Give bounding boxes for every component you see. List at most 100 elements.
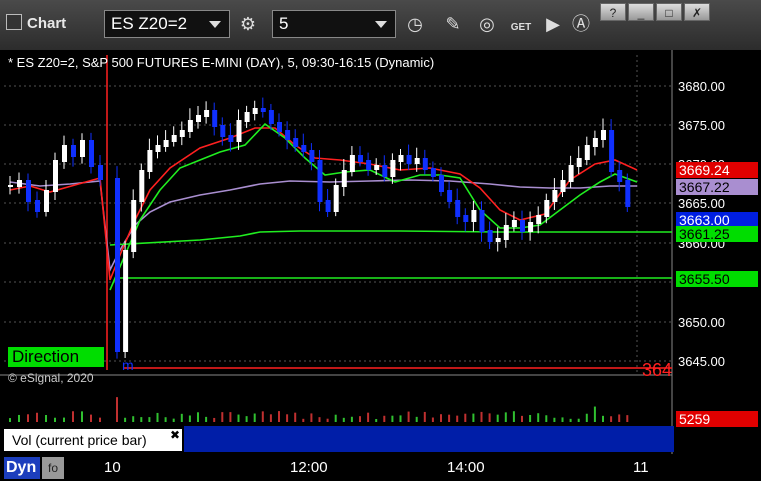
get-button[interactable]: GET [508,11,534,37]
symbol-selector[interactable]: ES Z20=2 [104,10,230,38]
candle-body [244,112,250,122]
volume-bar [602,415,604,422]
pencil-icon: ✎ [445,14,461,34]
volume-bar [63,417,65,422]
volume-bar [423,411,426,422]
volume-bar [342,417,345,422]
candle-body [179,130,185,137]
volume-bar [180,413,183,422]
volume-bar [18,414,20,422]
candle-body [625,180,631,207]
volume-bar [440,414,442,422]
candle-body [187,120,193,132]
candle-body [617,170,623,182]
volume-bar [367,412,370,422]
studies-button[interactable]: ◎ [474,11,500,37]
chart-window-icon [6,14,22,30]
volume-bar [577,418,580,422]
chevron-down-icon [375,21,387,28]
price-chart[interactable]: 364 m [0,50,761,481]
volume-bar [585,413,588,422]
volume-bar [221,412,224,422]
alert-button[interactable]: Ⓐ [568,11,594,37]
candle-body [439,175,444,192]
volume-bar [472,413,475,422]
volume-bar [480,411,483,422]
candle-body [98,165,103,180]
volume-bar [610,416,613,422]
volume-bar [350,416,353,422]
candle-body [576,158,582,167]
price-tag-red: 3669.24 [676,162,758,178]
dynamic-button[interactable]: Dyn [4,457,40,479]
candle-body [220,125,226,137]
price-label: 3645.00 [678,354,725,369]
candle-body [236,120,242,142]
chart-background [0,50,761,481]
candle-body [349,155,355,172]
candle-body [601,130,606,140]
candle-body [609,130,615,172]
candle-body [406,155,412,164]
candle-body [552,190,558,202]
candle-body [89,140,94,167]
volume-bar [318,417,321,422]
volume-bar [545,415,548,422]
candle-body [204,110,210,117]
help-button[interactable]: ? [600,3,626,21]
volume-bar [569,418,572,422]
volume-bar [431,417,434,422]
close-button[interactable]: ✗ [684,3,710,21]
volume-bar [54,417,56,422]
close-volume-icon[interactable]: ✖ [170,428,180,442]
function-icon[interactable]: fo [42,457,64,479]
volume-bar [156,412,159,422]
direction-label: Direction [8,347,104,367]
toolbar: Chart ES Z20=2 ⚙ 5 ◷ ✎ ◎ GET ▶ Ⓐ ? _ □ ✗ [0,0,761,51]
volume-bar [197,412,199,422]
candle-body [544,200,550,217]
candle-body [26,180,31,202]
clock-button[interactable]: ◷ [402,11,428,37]
candle-body [309,150,315,162]
candle-body [536,215,542,224]
chevron-down-icon [209,21,221,28]
candle-body [17,180,22,187]
candle-body [80,140,85,157]
chart-info-line: * ES Z20=2, S&P 500 FUTURES E-MINI (DAY)… [8,55,435,70]
candle-body [414,158,420,164]
candle-body [163,140,169,147]
minimize-button[interactable]: _ [628,3,654,21]
volume-bar [399,415,402,422]
candle-body [196,115,201,122]
volume-bar [512,411,515,422]
settings-gear-button[interactable]: ⚙ [235,11,261,37]
candle-body [44,190,49,212]
candle-body [479,210,485,232]
interval-selector[interactable]: 5 [272,10,396,38]
price-label: 3650.00 [678,315,725,330]
candle-body [511,220,517,227]
candle-body [171,135,177,142]
volume-bar [36,412,38,422]
volume-bar [553,417,556,422]
volume-bar [383,415,386,422]
volume-bar [261,411,264,422]
volume-bar [561,417,564,422]
volume-study-label[interactable]: Vol (current price bar) [4,429,182,451]
candle-body [374,165,380,170]
play-button[interactable]: ▶ [540,11,566,37]
play-icon: ▶ [546,14,560,34]
volume-bar [593,406,596,422]
draw-button[interactable]: ✎ [440,11,466,37]
candle-body [495,238,501,242]
candle-body [341,170,347,187]
volume-value-tag: 5259 [676,411,758,427]
gear-icon: ⚙ [239,14,257,34]
candle-body [430,168,436,177]
candle-body [568,165,574,182]
maximize-button[interactable]: □ [656,3,682,21]
volume-bar [81,411,83,422]
candle-body [123,250,129,352]
candle-body [53,160,58,192]
